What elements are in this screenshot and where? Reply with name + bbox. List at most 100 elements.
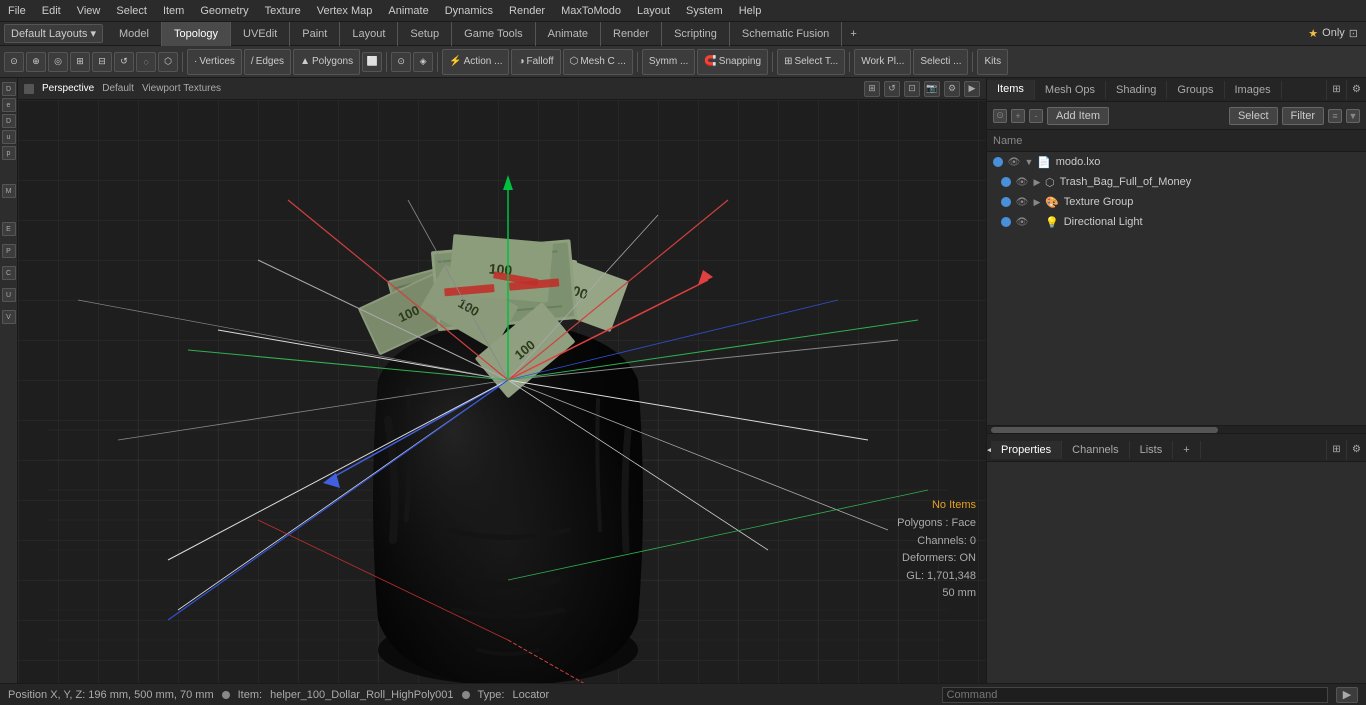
- default-layouts-dropdown[interactable]: Default Layouts ▾: [4, 24, 103, 43]
- sidebar-btn-2[interactable]: e: [2, 98, 16, 112]
- edges-button[interactable]: / Edges: [244, 49, 291, 75]
- expand-texgroup[interactable]: ▶: [1031, 196, 1043, 208]
- menu-layout[interactable]: Layout: [629, 3, 678, 19]
- selection-button[interactable]: Selecti ...: [913, 49, 968, 75]
- menu-edit[interactable]: Edit: [34, 3, 69, 19]
- tab-schematic-fusion[interactable]: Schematic Fusion: [730, 22, 842, 46]
- toolbar-icon-9[interactable]: ⬜: [362, 52, 382, 72]
- vertices-button[interactable]: · Vertices: [187, 49, 242, 75]
- tab-properties[interactable]: Properties: [991, 441, 1062, 459]
- viewport-expand-icon[interactable]: ▶: [964, 81, 980, 97]
- action-button[interactable]: ⚡ Action ...: [442, 49, 509, 75]
- viewport-canvas[interactable]: 100 100 100: [18, 100, 986, 683]
- snapping-button[interactable]: 🧲 Snapping: [697, 49, 768, 75]
- menu-file[interactable]: File: [0, 3, 34, 19]
- tab-game-tools[interactable]: Game Tools: [452, 22, 536, 46]
- select-tool-button[interactable]: ⊞ Select T...: [777, 49, 845, 75]
- add-item-button[interactable]: Add Item: [1047, 107, 1109, 125]
- tab-plus[interactable]: +: [1173, 441, 1200, 459]
- vis-icon-root[interactable]: 👁: [1007, 155, 1021, 169]
- sidebar-btn-9[interactable]: C: [2, 266, 16, 280]
- tab-animate[interactable]: Animate: [536, 22, 601, 46]
- tab-mesh-ops[interactable]: Mesh Ops: [1035, 81, 1106, 99]
- prop-settings-icon[interactable]: ⚙: [1346, 440, 1366, 460]
- toolbar-icon-7[interactable]: ◌: [136, 52, 156, 72]
- tab-images[interactable]: Images: [1225, 81, 1282, 99]
- tab-scripting[interactable]: Scripting: [662, 22, 730, 46]
- visibility-dot-dirlight[interactable]: [1001, 217, 1011, 227]
- tab-lists[interactable]: Lists: [1130, 441, 1174, 459]
- tab-paint[interactable]: Paint: [290, 22, 340, 46]
- menu-texture[interactable]: Texture: [257, 3, 309, 19]
- sidebar-btn-3[interactable]: D: [2, 114, 16, 128]
- filter-button[interactable]: Filter: [1282, 107, 1324, 125]
- items-menu-icon[interactable]: ▼: [1346, 109, 1360, 123]
- symmetry-button[interactable]: Symm ...: [642, 49, 695, 75]
- menu-dynamics[interactable]: Dynamics: [437, 3, 501, 19]
- tab-groups[interactable]: Groups: [1167, 81, 1224, 99]
- visibility-dot-root[interactable]: [993, 157, 1003, 167]
- scene-tree[interactable]: 👁 ▼ 📄 modo.lxo 👁 ▶ ⬡ Trash_Bag_Full_of_M…: [987, 152, 1366, 425]
- tree-scrollbar[interactable]: [987, 425, 1366, 433]
- command-execute-icon[interactable]: ▶: [1336, 687, 1358, 703]
- viewport-rotate-icon[interactable]: ↺: [884, 81, 900, 97]
- expand-dirlight[interactable]: [1031, 216, 1043, 228]
- sidebar-btn-10[interactable]: U: [2, 288, 16, 302]
- viewport-perspective-label[interactable]: Perspective: [42, 83, 94, 94]
- items-view-icon[interactable]: ⊙: [993, 109, 1007, 123]
- sidebar-btn-11[interactable]: V: [2, 310, 16, 324]
- sidebar-btn-1[interactable]: D: [2, 82, 16, 96]
- sidebar-btn-8[interactable]: P: [2, 244, 16, 258]
- tab-uvedit[interactable]: UVEdit: [231, 22, 290, 46]
- toolbar-icon-6[interactable]: ↺: [114, 52, 134, 72]
- toolbar-icon-8[interactable]: ⬡: [158, 52, 178, 72]
- panel-expand-icon[interactable]: ⊞: [1326, 80, 1346, 100]
- tab-topology[interactable]: Topology: [162, 22, 231, 46]
- menu-animate[interactable]: Animate: [380, 3, 436, 19]
- menu-system[interactable]: System: [678, 3, 731, 19]
- toolbar-icon-5[interactable]: ⊟: [92, 52, 112, 72]
- viewport-camera-icon[interactable]: 📷: [924, 81, 940, 97]
- items-remove-icon[interactable]: -: [1029, 109, 1043, 123]
- select-button[interactable]: Select: [1229, 107, 1278, 125]
- tree-item-trashbag[interactable]: 👁 ▶ ⬡ Trash_Bag_Full_of_Money: [987, 172, 1366, 192]
- menu-select[interactable]: Select: [108, 3, 155, 19]
- viewport-zoom-fit-icon[interactable]: ⊡: [904, 81, 920, 97]
- menu-geometry[interactable]: Geometry: [192, 3, 256, 19]
- viewport-toggle[interactable]: [24, 84, 34, 94]
- menu-vertex-map[interactable]: Vertex Map: [309, 3, 381, 19]
- work-plane-button[interactable]: Work Pl...: [854, 49, 911, 75]
- command-input[interactable]: [942, 687, 1328, 703]
- viewport-default-label[interactable]: Default: [102, 83, 134, 94]
- expand-trashbag[interactable]: ▶: [1031, 176, 1043, 188]
- expand-root[interactable]: ▼: [1023, 156, 1035, 168]
- sidebar-btn-4[interactable]: u: [2, 130, 16, 144]
- sidebar-btn-5[interactable]: p: [2, 146, 16, 160]
- tree-item-texgroup[interactable]: 👁 ▶ 🎨 Texture Group: [987, 192, 1366, 212]
- panel-settings-icon[interactable]: ⚙: [1346, 80, 1366, 100]
- viewport-settings-icon[interactable]: ⚙: [944, 81, 960, 97]
- mesh-button[interactable]: ⬡ Mesh C ...: [563, 49, 633, 75]
- tab-channels[interactable]: Channels: [1062, 441, 1129, 459]
- vis-icon-dirlight[interactable]: 👁: [1015, 215, 1029, 229]
- toolbar-icon-4[interactable]: ⊞: [70, 52, 90, 72]
- add-layout-button[interactable]: +: [842, 25, 864, 43]
- viewport-textures-label[interactable]: Viewport Textures: [142, 83, 221, 94]
- toolbar-icon-3[interactable]: ◎: [48, 52, 68, 72]
- kits-button[interactable]: Kits: [977, 49, 1008, 75]
- menu-item[interactable]: Item: [155, 3, 192, 19]
- visibility-dot-trashbag[interactable]: [1001, 177, 1011, 187]
- maximize-icon[interactable]: ⊡: [1349, 27, 1358, 40]
- polygons-button[interactable]: ▲ Polygons: [293, 49, 360, 75]
- sidebar-btn-7[interactable]: E: [2, 222, 16, 236]
- vis-icon-trashbag[interactable]: 👁: [1015, 175, 1029, 189]
- toolbar-icon-2[interactable]: ⊕: [26, 52, 46, 72]
- toolbar-icon-10[interactable]: ⊙: [391, 52, 411, 72]
- tab-render[interactable]: Render: [601, 22, 662, 46]
- menu-maxtomodo[interactable]: MaxToModo: [553, 3, 629, 19]
- items-add-icon[interactable]: +: [1011, 109, 1025, 123]
- falloff-button[interactable]: ◑ Falloff: [511, 49, 560, 75]
- tree-item-root[interactable]: 👁 ▼ 📄 modo.lxo: [987, 152, 1366, 172]
- items-collapse-icon[interactable]: ≡: [1328, 109, 1342, 123]
- vis-icon-texgroup[interactable]: 👁: [1015, 195, 1029, 209]
